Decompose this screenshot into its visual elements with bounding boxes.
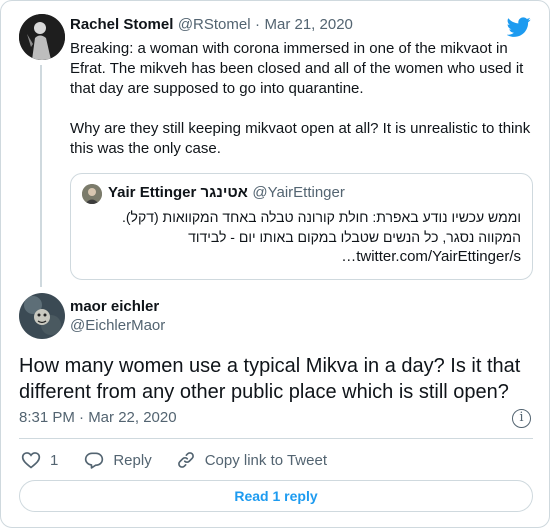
quoted-text-line: המקווה נסגר, כל הנשים שטבלו במקום באותו …	[188, 229, 521, 245]
link-icon	[177, 452, 194, 468]
copy-link-button[interactable]: Copy link to Tweet	[176, 450, 327, 470]
quoted-tweet[interactable]: Yair Ettinger אטינגר @YairEttinger וממש …	[70, 173, 533, 280]
tweet-paragraph: Why are they still keeping mikvaot open …	[70, 120, 531, 157]
tweet-header: maor eichler @EichlerMaor	[70, 298, 165, 334]
separator-dot: ·	[255, 16, 261, 33]
maor-eichler-avatar[interactable]	[19, 293, 65, 339]
like-count: 1	[50, 451, 59, 469]
avatar-portrait-icon	[82, 184, 102, 204]
tweet-embed-card: Rachel Stomel @RStomel · Mar 21, 2020 Br…	[0, 0, 550, 528]
main-tweet-text: How many women use a typical Mikva in a …	[19, 355, 521, 403]
avatar-portrait-icon	[19, 293, 65, 339]
author-name[interactable]: Rachel Stomel	[70, 16, 173, 33]
author-name[interactable]: maor eichler	[70, 298, 165, 315]
quoted-tweet-header: Yair Ettinger אטינגר @YairEttinger	[108, 184, 345, 202]
info-icon[interactable]: i	[512, 409, 531, 428]
read-replies-button[interactable]: Read 1 reply	[19, 480, 533, 512]
quoted-author-avatar	[82, 184, 102, 204]
avatar-portrait-icon	[19, 14, 65, 60]
quoted-author-handle: @YairEttinger	[252, 184, 345, 201]
twitter-bird-icon[interactable]	[507, 15, 531, 39]
reply-button[interactable]: Reply	[84, 450, 152, 470]
quoted-link[interactable]: twitter.com/YairEttinger/s…	[81, 247, 521, 267]
tweet-actions: 1 Reply Copy link to Tweet	[21, 450, 327, 470]
tweet-paragraph: Breaking: a woman with corona immersed i…	[70, 40, 524, 97]
tweet-date[interactable]: Mar 21, 2020	[264, 16, 352, 33]
tweet-timestamp[interactable]: 8:31 PM · Mar 22, 2020	[19, 409, 177, 426]
thread-connector-line	[40, 65, 42, 287]
rachel-stomel-avatar[interactable]	[19, 14, 65, 60]
divider	[19, 438, 533, 439]
quoted-tweet-text: וממש עכשיו נודע באפרת: חולת קורונה טבלה …	[81, 207, 521, 267]
like-button[interactable]: 1	[21, 450, 58, 470]
tweet-text: Breaking: a woman with corona immersed i…	[70, 39, 533, 159]
copy-link-label: Copy link to Tweet	[204, 451, 327, 469]
heart-icon	[21, 452, 41, 469]
author-handle[interactable]: @EichlerMaor	[70, 317, 165, 334]
author-handle[interactable]: @RStomel	[178, 16, 251, 33]
quoted-author-name: Yair Ettinger אטינגר	[108, 184, 248, 201]
tweet-header: Rachel Stomel @RStomel · Mar 21, 2020	[70, 16, 353, 34]
quoted-text-line: וממש עכשיו נודע באפרת: חולת קורונה טבלה …	[122, 209, 521, 225]
reply-label: Reply	[113, 451, 152, 469]
reply-bubble-icon	[85, 452, 104, 469]
